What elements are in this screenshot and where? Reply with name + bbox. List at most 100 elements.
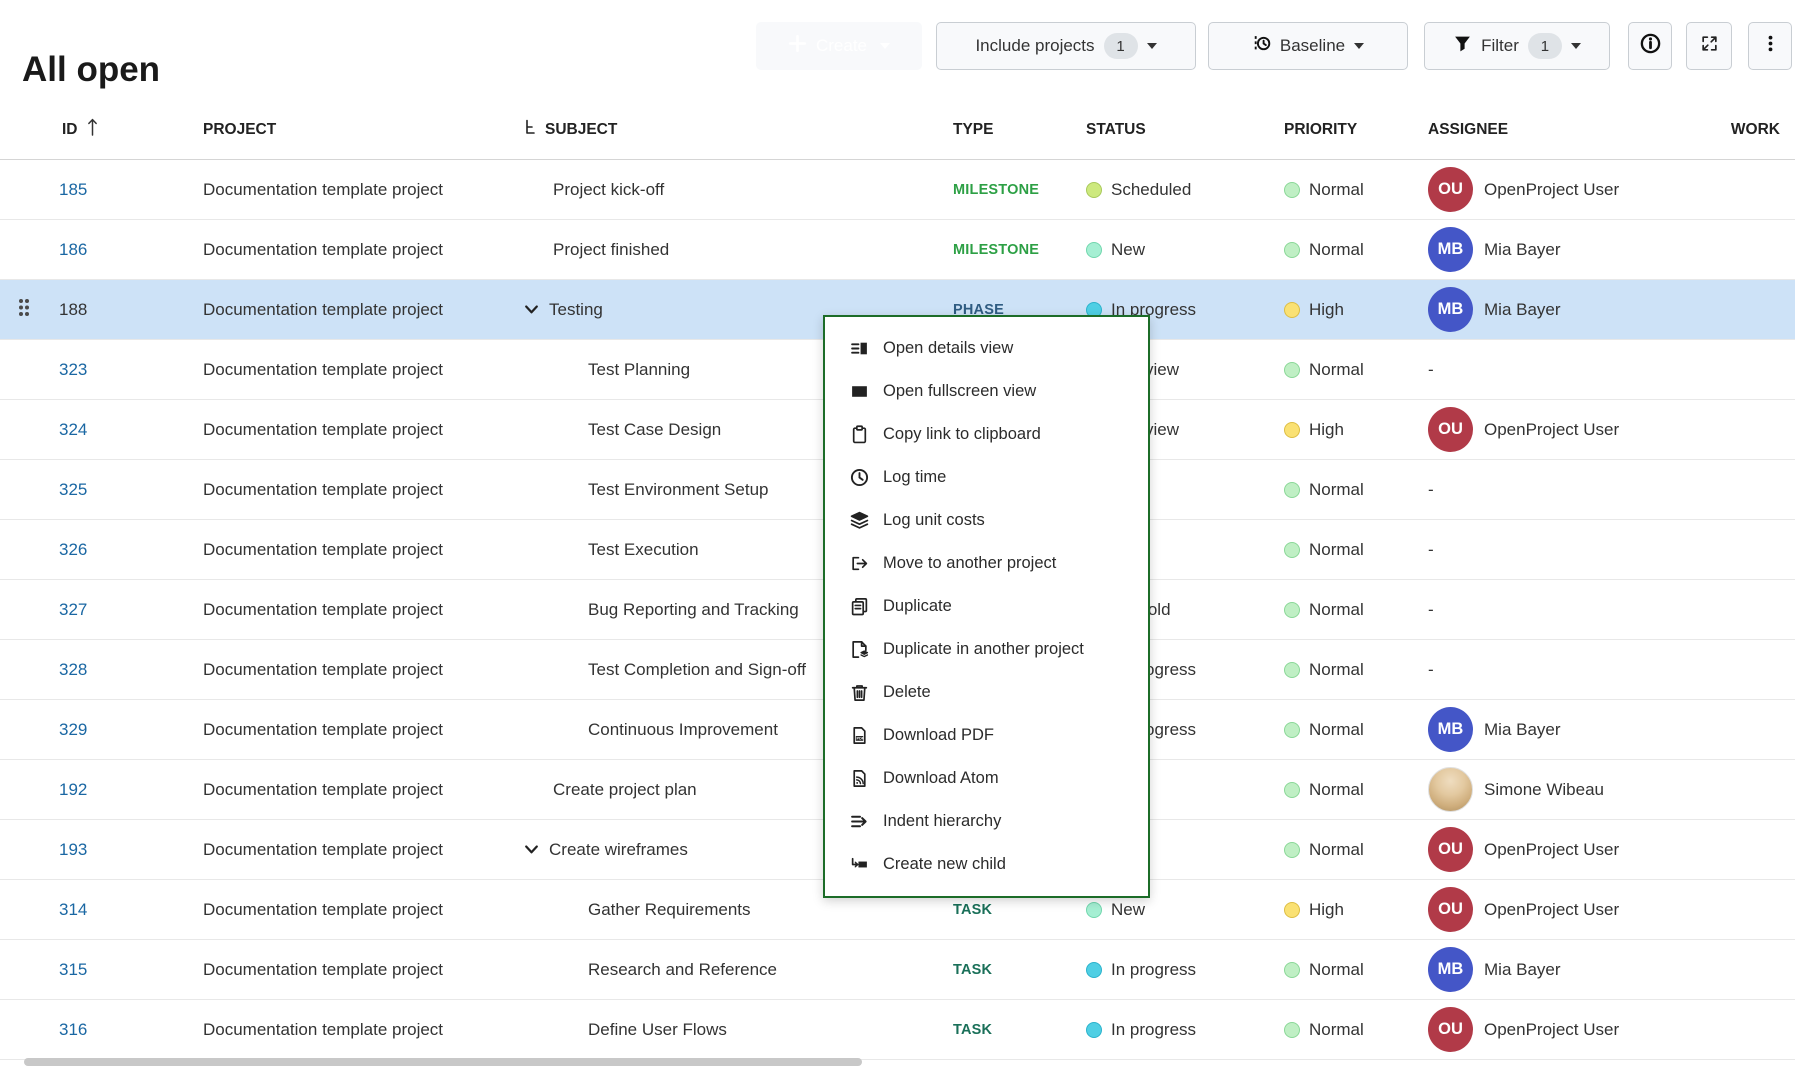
priority-dot <box>1284 722 1300 738</box>
priority-label: Normal <box>1309 240 1364 260</box>
work-cell <box>1700 940 1795 999</box>
expand-icon <box>1700 34 1719 58</box>
subject-text: Test Execution <box>588 540 699 560</box>
status-dot <box>1086 962 1102 978</box>
menu-item-log-unit-costs[interactable]: Log unit costs <box>825 499 1148 542</box>
kebab-icon <box>1761 34 1780 58</box>
menu-item-open-fullscreen-view[interactable]: Open fullscreen view <box>825 370 1148 413</box>
filter-label: Filter <box>1481 36 1519 56</box>
column-header-work[interactable]: WORK <box>1700 100 1795 159</box>
work-cell <box>1700 880 1795 939</box>
table-row[interactable]: 185Documentation template projectProject… <box>0 160 1795 220</box>
subject-text: Continuous Improvement <box>588 720 778 740</box>
info-button[interactable] <box>1628 22 1672 70</box>
create-button[interactable]: Create <box>756 22 922 70</box>
menu-item-log-time[interactable]: Log time <box>825 456 1148 499</box>
more-options-button[interactable] <box>1748 22 1792 70</box>
status-label: New <box>1111 900 1145 920</box>
column-header-id[interactable]: ID <box>48 100 195 159</box>
menu-item-download-atom[interactable]: Download Atom <box>825 757 1148 800</box>
work-cell <box>1700 460 1795 519</box>
work-package-id-link[interactable]: 193 <box>59 840 87 860</box>
work-package-id-link[interactable]: 324 <box>59 420 87 440</box>
filter-badge: 1 <box>1528 33 1562 59</box>
priority-label: Normal <box>1309 1020 1364 1040</box>
table-row[interactable]: 186Documentation template projectProject… <box>0 220 1795 280</box>
work-cell <box>1700 820 1795 879</box>
column-header-priority[interactable]: PRIORITY <box>1276 100 1420 159</box>
svg-text:PDF: PDF <box>857 737 865 741</box>
collapse-chevron-icon[interactable] <box>523 841 540 858</box>
work-package-id-link[interactable]: 329 <box>59 720 87 740</box>
priority-label: Normal <box>1309 780 1364 800</box>
work-package-id-link[interactable]: 316 <box>59 1020 87 1040</box>
work-cell <box>1700 400 1795 459</box>
column-header-subject[interactable]: SUBJECT <box>515 100 945 159</box>
priority-label: High <box>1309 300 1344 320</box>
menu-item-download-pdf[interactable]: PDF Download PDF <box>825 714 1148 757</box>
fullscreen-toggle-button[interactable] <box>1686 22 1732 70</box>
menu-item-label: Copy link to clipboard <box>883 425 1041 444</box>
plus-icon <box>788 34 807 58</box>
clipboard-icon <box>850 425 869 444</box>
duplicate-icon <box>850 597 869 616</box>
assignee-name: OpenProject User <box>1484 180 1619 200</box>
project-name: Documentation template project <box>203 900 443 920</box>
menu-item-move-to-another-project[interactable]: Move to another project <box>825 542 1148 585</box>
status-dot <box>1086 242 1102 258</box>
assignee-name: OpenProject User <box>1484 1020 1619 1040</box>
menu-item-copy-link-to-clipboard[interactable]: Copy link to clipboard <box>825 413 1148 456</box>
work-package-id-link[interactable]: 326 <box>59 540 87 560</box>
work-package-id-link[interactable]: 323 <box>59 360 87 380</box>
work-package-id-link[interactable]: 185 <box>59 180 87 200</box>
collapse-chevron-icon[interactable] <box>523 301 540 318</box>
baseline-icon <box>1252 34 1271 58</box>
avatar-initials: MB <box>1428 707 1473 752</box>
indent-icon <box>850 812 869 831</box>
menu-item-delete[interactable]: Delete <box>825 671 1148 714</box>
layers-icon <box>850 511 869 530</box>
assignee-name: Mia Bayer <box>1484 240 1561 260</box>
project-name: Documentation template project <box>203 180 443 200</box>
menu-item-label: Download Atom <box>883 769 999 788</box>
work-cell <box>1700 280 1795 339</box>
work-package-id-link[interactable]: 315 <box>59 960 87 980</box>
work-cell <box>1700 760 1795 819</box>
file-atom-icon <box>850 769 869 788</box>
priority-label: High <box>1309 900 1344 920</box>
avatar-initials: OU <box>1428 827 1473 872</box>
work-package-id-link[interactable]: 188 <box>59 300 87 320</box>
include-projects-button[interactable]: Include projects 1 <box>936 22 1196 70</box>
work-package-id-link[interactable]: 328 <box>59 660 87 680</box>
menu-item-open-details-view[interactable]: Open details view <box>825 327 1148 370</box>
column-header-project[interactable]: PROJECT <box>195 100 515 159</box>
filter-button[interactable]: Filter 1 <box>1424 22 1610 70</box>
table-header: ID PROJECT SUBJECT TYPE STATUS PRIORITY … <box>0 100 1795 160</box>
menu-item-create-new-child[interactable]: Create new child <box>825 843 1148 886</box>
subject-text: Create wireframes <box>549 840 688 860</box>
priority-label: Normal <box>1309 540 1364 560</box>
work-package-id-link[interactable]: 186 <box>59 240 87 260</box>
column-header-status[interactable]: STATUS <box>1078 100 1276 159</box>
table-row[interactable]: 315Documentation template projectResearc… <box>0 940 1795 1000</box>
work-package-id-link[interactable]: 327 <box>59 600 87 620</box>
column-header-assignee[interactable]: ASSIGNEE <box>1420 100 1700 159</box>
priority-dot <box>1284 362 1300 378</box>
caret-down-icon <box>1354 43 1364 49</box>
work-package-id-link[interactable]: 314 <box>59 900 87 920</box>
work-package-id-link[interactable]: 325 <box>59 480 87 500</box>
funnel-icon <box>1453 34 1472 58</box>
avatar-initials: OU <box>1428 167 1473 212</box>
menu-item-indent-hierarchy[interactable]: Indent hierarchy <box>825 800 1148 843</box>
menu-item-label: Download PDF <box>883 726 994 745</box>
baseline-button[interactable]: Baseline <box>1208 22 1408 70</box>
table-row[interactable]: 316Documentation template projectDefine … <box>0 1000 1795 1060</box>
priority-dot <box>1284 302 1300 318</box>
menu-item-duplicate[interactable]: Duplicate <box>825 585 1148 628</box>
menu-item-duplicate-in-another-project[interactable]: Duplicate in another project <box>825 628 1148 671</box>
work-package-id-link[interactable]: 192 <box>59 780 87 800</box>
include-projects-label: Include projects <box>975 36 1094 56</box>
horizontal-scrollbar-thumb[interactable] <box>24 1058 862 1066</box>
drag-handle-icon[interactable] <box>17 297 31 323</box>
column-header-type[interactable]: TYPE <box>945 100 1078 159</box>
